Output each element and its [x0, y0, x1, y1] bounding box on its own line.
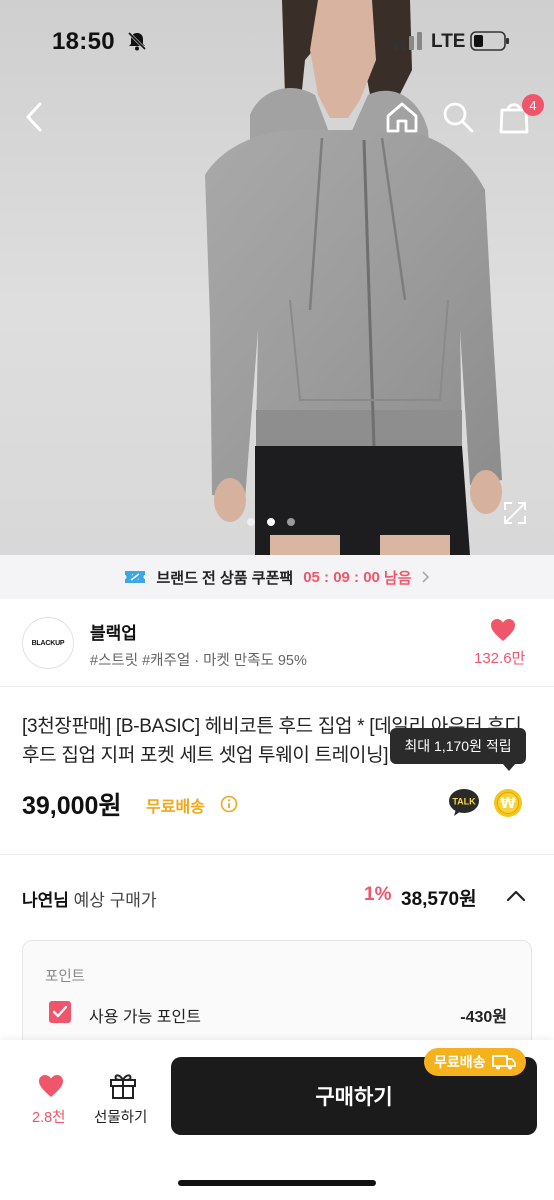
talk-label: TALK	[452, 797, 476, 807]
chevron-right-icon	[421, 571, 429, 583]
gallery-pagination	[247, 518, 295, 526]
truck-icon	[491, 1055, 516, 1070]
battery-icon	[470, 31, 509, 51]
point-coin-icon[interactable]: ₩	[493, 788, 523, 818]
checkmark-icon	[53, 1006, 67, 1018]
home-button[interactable]	[380, 95, 424, 139]
chevron-left-icon	[26, 102, 42, 132]
heart-icon[interactable]	[38, 1074, 64, 1098]
network-type: LTE	[431, 31, 466, 52]
brand-name[interactable]: 블랙업	[90, 619, 137, 644]
signal-icon	[393, 32, 422, 50]
coupon-text: 브랜드 전 상품 쿠폰팩	[156, 569, 294, 587]
gallery-dot-active[interactable]	[267, 518, 275, 526]
points-checkbox[interactable]	[49, 1001, 71, 1023]
expected-label-text: 예상 구매가	[73, 891, 157, 910]
silent-bell-icon	[127, 31, 147, 51]
coupon-timer-suffix: 남음	[383, 569, 412, 587]
user-name: 나연님	[22, 891, 69, 910]
points-label: 사용 가능 포인트	[89, 1009, 201, 1026]
heart-icon[interactable]	[490, 618, 516, 642]
coupon-icon	[125, 571, 146, 583]
expand-icon[interactable]	[502, 500, 528, 526]
search-button[interactable]	[436, 95, 480, 139]
brand-tags: #스트릿 #캐주얼 · 마켓 만족도 95%	[90, 653, 307, 669]
search-icon	[443, 102, 474, 133]
kakao-talk-share-icon[interactable]: TALK	[448, 788, 480, 818]
gift-icon[interactable]	[108, 1070, 138, 1100]
expected-price: 38,570원	[401, 889, 477, 910]
reward-tooltip: 최대 1,170원 적립	[390, 728, 526, 764]
free-shipping-badge: 무료배송	[424, 1048, 526, 1076]
expected-price-label: 나연님 예상 구매가	[22, 886, 157, 911]
back-button[interactable]	[16, 95, 52, 139]
tooltip-tail	[502, 763, 516, 771]
chevron-up-icon[interactable]	[504, 886, 528, 906]
brand-section[interactable]: BLACKUP 블랙업 #스트릿 #캐주얼 · 마켓 만족도 95% 132.6…	[0, 599, 554, 687]
discount-rate: 1%	[364, 884, 392, 905]
section-divider	[0, 854, 554, 855]
free-shipping-label: 무료배송	[146, 799, 205, 816]
brand-logo[interactable]: BLACKUP	[22, 617, 74, 669]
info-icon[interactable]	[220, 795, 238, 813]
home-indicator	[178, 1180, 376, 1186]
home-icon	[386, 102, 418, 133]
product-image-gallery[interactable]: 18:50 LTE 4	[0, 0, 554, 555]
cart-count-badge: 4	[522, 94, 544, 116]
coupon-banner[interactable]: 브랜드 전 상품 쿠폰팩 05 : 09 : 00 남음	[0, 555, 554, 599]
ship-badge-label: 무료배송	[434, 1054, 486, 1070]
product-photo	[205, 0, 502, 555]
brand-like-count: 132.6만	[474, 650, 526, 667]
status-bar: 18:50 LTE	[0, 22, 554, 62]
points-value: -430원	[460, 1009, 507, 1026]
product-price: 39,000원	[22, 792, 122, 820]
points-heading: 포인트	[45, 969, 86, 985]
status-time: 18:50	[52, 28, 115, 55]
gallery-dot[interactable]	[287, 518, 295, 526]
gift-label[interactable]: 선물하기	[94, 1106, 147, 1127]
bottom-action-bar: 2.8천 선물하기 구매하기 무료배송	[0, 1040, 554, 1200]
gallery-dot[interactable]	[247, 518, 255, 526]
wish-count: 2.8천	[32, 1110, 66, 1126]
coin-symbol: ₩	[500, 796, 516, 812]
coupon-timer: 05 : 09 : 00	[303, 568, 380, 586]
